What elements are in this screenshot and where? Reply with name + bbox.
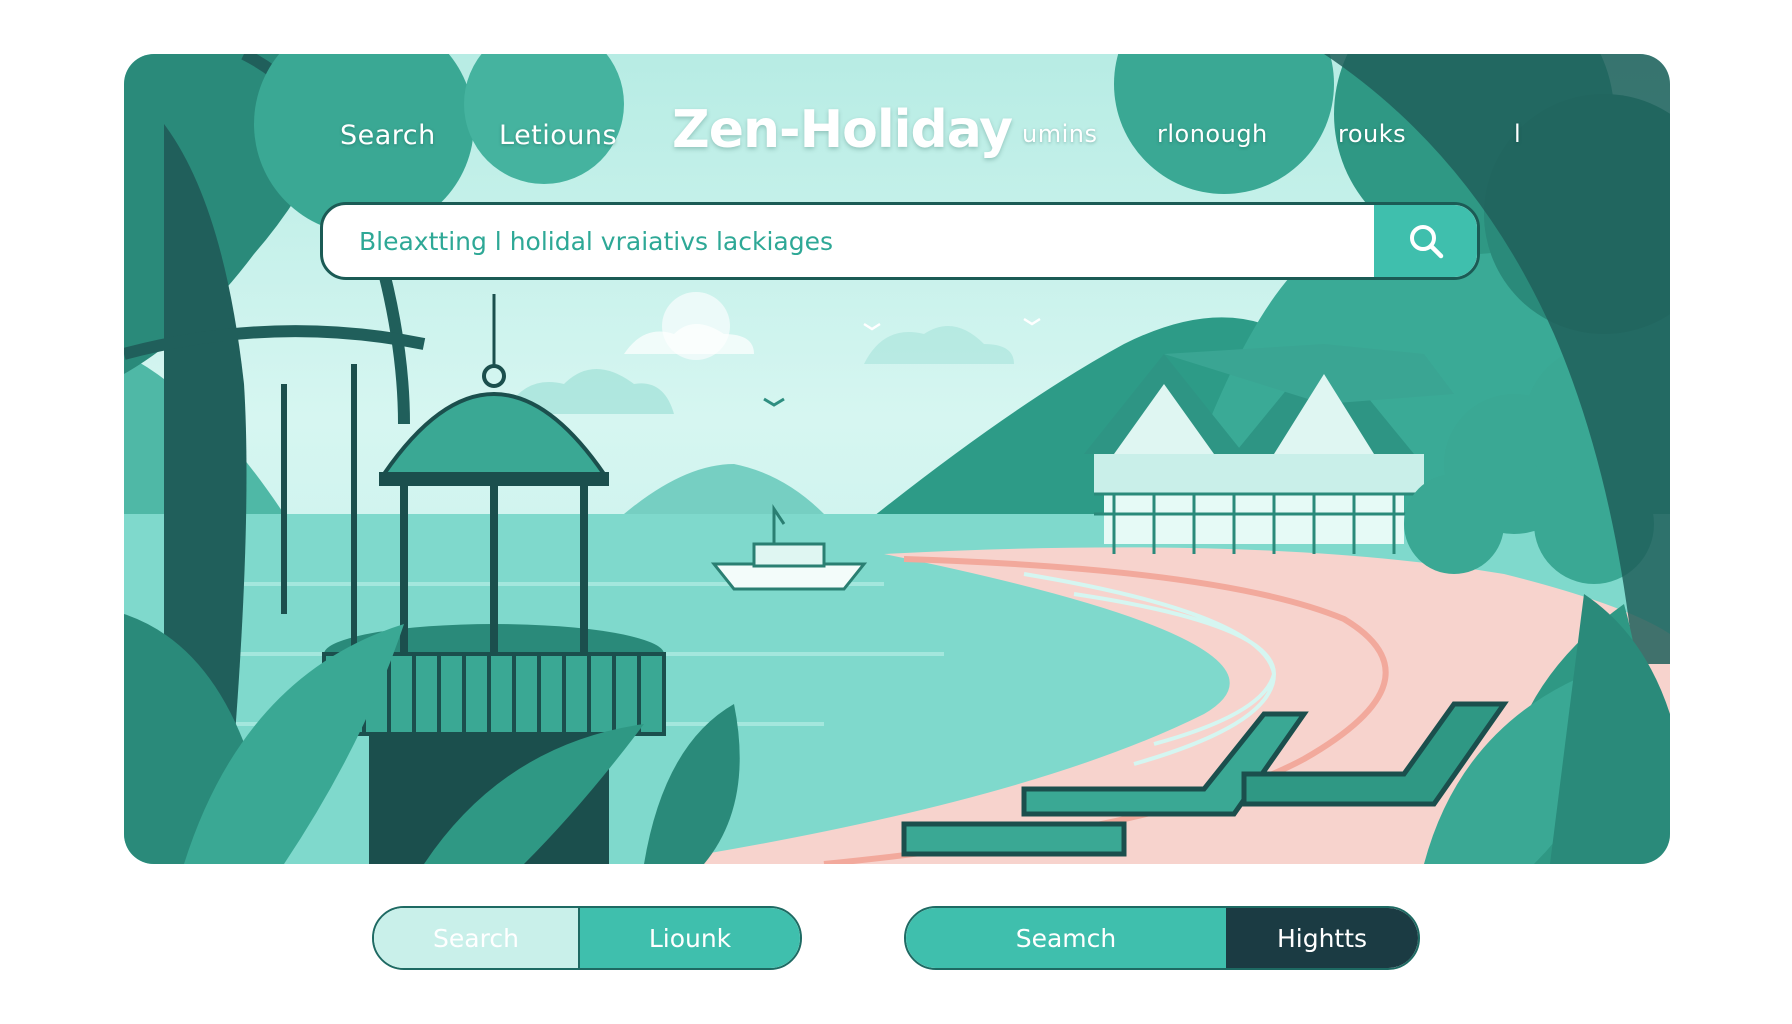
toggle-search[interactable]: Search — [374, 908, 578, 968]
search-bar — [320, 202, 1480, 280]
bird — [863, 322, 881, 331]
bird — [763, 397, 785, 407]
nav-link-search[interactable]: Search — [340, 120, 436, 151]
bird — [1023, 317, 1041, 326]
toggle-group-right: Seamch Hightts — [904, 906, 1420, 970]
toggle-hightts[interactable]: Hightts — [1226, 908, 1418, 968]
magnifier-icon — [1409, 225, 1443, 259]
nav-link-letiouns[interactable]: Letiouns — [499, 120, 617, 151]
search-button[interactable] — [1374, 205, 1477, 277]
brand-logo[interactable]: Zen-Holiday — [672, 100, 1013, 160]
hero-banner: Search Letiouns Zen-Holiday umins rlonou… — [124, 54, 1670, 864]
toggle-liounk[interactable]: Liounk — [578, 908, 800, 968]
cloud — [624, 324, 754, 354]
nav-link-rlonough[interactable]: rlonough — [1157, 120, 1268, 148]
search-input[interactable] — [323, 205, 1373, 277]
toggle-seamch[interactable]: Seamch — [906, 908, 1226, 968]
top-nav: Search Letiouns Zen-Holiday umins rlonou… — [124, 54, 1670, 224]
distant-hill — [624, 464, 824, 514]
nav-link-rouks[interactable]: rouks — [1338, 120, 1406, 148]
nav-link-l[interactable]: l — [1514, 120, 1521, 148]
nav-link-umins[interactable]: umins — [1022, 120, 1097, 148]
cloud — [864, 326, 1014, 364]
toggle-group-left: Search Liounk — [372, 906, 802, 970]
